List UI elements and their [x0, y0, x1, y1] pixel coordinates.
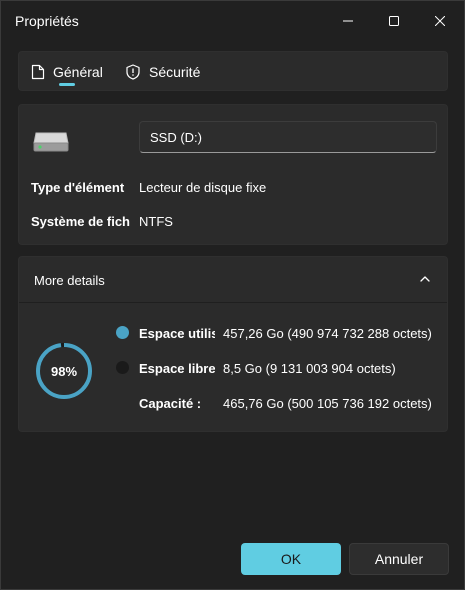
more-details-title: More details [34, 273, 105, 288]
minimize-icon [343, 20, 353, 22]
free-space-value: 8,5 Go (9 131 003 904 octets) [223, 361, 396, 376]
capacity-label: Capacité : [139, 396, 202, 411]
title-bar: Propriétés [1, 1, 464, 41]
free-space-legend-dot [116, 361, 129, 374]
tab-bar: Général Sécurité [18, 51, 448, 91]
free-space-label: Espace libre [139, 361, 215, 376]
used-space-value: 457,26 Go (490 974 732 288 octets) [223, 326, 432, 341]
ok-button[interactable]: OK [241, 543, 341, 575]
tab-general[interactable]: Général [31, 52, 103, 92]
tab-security-label: Sécurité [149, 64, 201, 80]
window-title: Propriétés [15, 13, 79, 29]
properties-window: Propriétés Général Sécurité SSD (D:) Typ… [0, 0, 465, 590]
cancel-button[interactable]: Annuler [349, 543, 449, 575]
type-label: Type d'élément [31, 180, 125, 195]
more-details-card: More details 98% Espace utilis 457,26 Go… [18, 256, 448, 432]
drive-icon [33, 132, 69, 152]
chevron-up-icon [420, 276, 430, 282]
maximize-icon [389, 16, 399, 26]
tab-general-label: Général [53, 64, 103, 80]
type-value: Lecteur de disque fixe [139, 180, 267, 195]
maximize-button[interactable] [371, 5, 417, 37]
close-icon [435, 16, 445, 26]
used-space-label: Espace utilis [139, 326, 215, 341]
drive-info-card: Type d'élément Lecteur de disque fixe Sy… [18, 104, 448, 245]
used-space-legend-dot [116, 326, 129, 339]
minimize-button[interactable] [325, 5, 371, 37]
drive-name-input[interactable] [139, 121, 437, 153]
shield-icon [126, 64, 140, 80]
close-button[interactable] [417, 5, 463, 37]
selected-tab-indicator [59, 83, 75, 86]
tab-security[interactable]: Sécurité [125, 52, 200, 92]
filesystem-label: Système de fich [31, 214, 130, 229]
usage-percent-label: 98% [50, 363, 78, 379]
filesystem-value: NTFS [139, 214, 173, 229]
more-details-header[interactable]: More details [19, 257, 447, 303]
document-icon [31, 64, 45, 80]
capacity-value: 465,76 Go (500 105 736 192 octets) [223, 396, 432, 411]
